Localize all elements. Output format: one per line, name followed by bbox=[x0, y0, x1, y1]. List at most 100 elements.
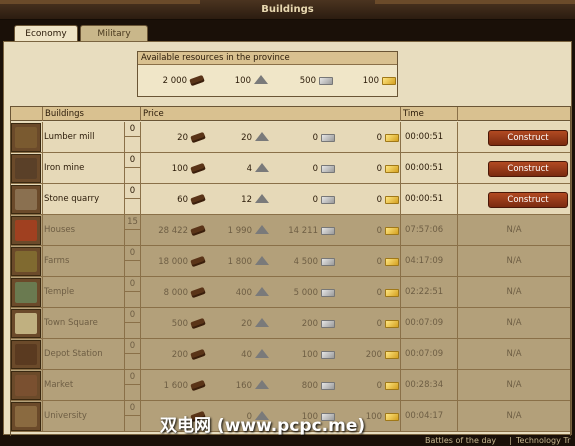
building-level: 0 bbox=[124, 277, 140, 308]
resource-wood-value: 2 000 bbox=[162, 76, 187, 86]
tab-military[interactable]: Military bbox=[80, 25, 148, 41]
building-name[interactable]: Farms bbox=[42, 246, 124, 277]
building-thumbnail[interactable] bbox=[11, 402, 41, 431]
wood-icon bbox=[190, 348, 206, 361]
table-row: Temple 0 8 000 400 5 000 0 02:22:51 N/A bbox=[11, 277, 570, 308]
building-name[interactable]: Market bbox=[42, 370, 124, 401]
wood-icon bbox=[190, 317, 206, 330]
window-titlebar: Buildings bbox=[0, 0, 575, 20]
table-row: Market 0 1 600 160 800 0 00:28:34 N/A bbox=[11, 370, 570, 401]
footer-separator: | bbox=[509, 436, 512, 445]
building-image-icon bbox=[15, 220, 37, 241]
price-gold: 0 bbox=[339, 162, 399, 176]
not-available-label: N/A bbox=[506, 256, 522, 266]
build-action: N/A bbox=[457, 277, 570, 308]
building-thumbnail[interactable] bbox=[11, 247, 41, 276]
building-level: 0 bbox=[124, 246, 140, 277]
price-stone: 20 bbox=[209, 317, 269, 331]
building-price: 200 40 100 200 bbox=[140, 339, 400, 370]
building-thumbnail[interactable] bbox=[11, 185, 41, 214]
price-stone: 1 800 bbox=[209, 255, 269, 269]
price-wood-value: 18 000 bbox=[158, 257, 188, 267]
building-level-value: 0 bbox=[125, 308, 140, 323]
building-level-value: 0 bbox=[125, 277, 140, 292]
building-thumbnail[interactable] bbox=[11, 154, 41, 183]
build-time: 00:28:34 bbox=[400, 370, 457, 401]
price-stone-value: 20 bbox=[241, 319, 252, 329]
building-price: 20 20 0 0 bbox=[140, 122, 400, 153]
building-level: 0 bbox=[124, 184, 140, 215]
building-image-icon bbox=[15, 344, 37, 365]
iron-icon bbox=[321, 381, 335, 390]
gold-icon bbox=[385, 319, 399, 328]
price-iron: 4 500 bbox=[273, 255, 335, 269]
price-iron: 14 211 bbox=[273, 224, 335, 238]
building-name[interactable]: University bbox=[42, 401, 124, 432]
build-action: Construct bbox=[457, 122, 570, 153]
construct-button[interactable]: Construct bbox=[488, 161, 568, 177]
table-row: Houses 15 28 422 1 990 14 211 0 07:57:06 N/A bbox=[11, 215, 570, 246]
stone-icon bbox=[255, 194, 269, 203]
price-stone-value: 12 bbox=[241, 195, 252, 205]
price-wood-value: 28 422 bbox=[158, 226, 188, 236]
build-action: N/A bbox=[457, 339, 570, 370]
building-name[interactable]: Depot Station bbox=[42, 339, 124, 370]
price-iron-value: 200 bbox=[301, 319, 318, 329]
not-available-label: N/A bbox=[506, 318, 522, 328]
building-image-icon bbox=[15, 189, 37, 210]
price-iron: 5 000 bbox=[273, 286, 335, 300]
building-thumbnail[interactable] bbox=[11, 371, 41, 400]
price-stone: 1 990 bbox=[209, 224, 269, 238]
watermark: 双电网 (www.pcpc.me) bbox=[160, 416, 366, 436]
building-level: 0 bbox=[124, 401, 140, 432]
price-stone-value: 4 bbox=[246, 164, 252, 174]
price-wood-value: 1 600 bbox=[163, 381, 188, 391]
header-thumb bbox=[11, 107, 42, 121]
tab-economy[interactable]: Economy bbox=[14, 25, 78, 41]
not-available-label: N/A bbox=[506, 349, 522, 359]
gold-icon bbox=[385, 257, 399, 266]
building-name[interactable]: Iron mine bbox=[42, 153, 124, 184]
iron-icon bbox=[321, 350, 335, 359]
technology-tree-link[interactable]: Technology Tr bbox=[516, 436, 570, 446]
build-action: Construct bbox=[457, 184, 570, 215]
building-level-value: 0 bbox=[125, 184, 140, 199]
not-available-label: N/A bbox=[506, 411, 522, 421]
resource-stone-value: 100 bbox=[234, 76, 251, 86]
price-wood-value: 500 bbox=[171, 319, 188, 329]
price-stone-value: 40 bbox=[241, 350, 252, 360]
building-thumbnail[interactable] bbox=[11, 309, 41, 338]
gold-icon bbox=[385, 133, 399, 142]
price-wood: 8 000 bbox=[143, 286, 206, 300]
stone-icon bbox=[255, 287, 269, 296]
building-level: 0 bbox=[124, 370, 140, 401]
building-thumbnail[interactable] bbox=[11, 123, 41, 152]
building-thumbnail[interactable] bbox=[11, 278, 41, 307]
iron-icon bbox=[321, 133, 335, 142]
price-gold: 200 bbox=[339, 348, 399, 362]
building-name[interactable]: Town Square bbox=[42, 308, 124, 339]
iron-icon bbox=[321, 257, 335, 266]
building-name[interactable]: Temple bbox=[42, 277, 124, 308]
table-row: Depot Station 0 200 40 100 200 00:07:09 N/A bbox=[11, 339, 570, 370]
header-buildings: Buildings bbox=[42, 107, 140, 121]
construct-button[interactable]: Construct bbox=[488, 192, 568, 208]
building-thumbnail[interactable] bbox=[11, 216, 41, 245]
price-iron-value: 0 bbox=[312, 164, 318, 174]
building-name[interactable]: Houses bbox=[42, 215, 124, 246]
price-gold-value: 0 bbox=[376, 133, 382, 143]
build-action: N/A bbox=[457, 246, 570, 277]
battles-of-the-day-link[interactable]: Battles of the day bbox=[425, 436, 496, 446]
price-stone-value: 20 bbox=[241, 133, 252, 143]
iron-icon bbox=[321, 319, 335, 328]
iron-icon bbox=[321, 226, 335, 235]
resource-stone: 100 bbox=[208, 74, 268, 88]
construct-button[interactable]: Construct bbox=[488, 130, 568, 146]
build-action: N/A bbox=[457, 370, 570, 401]
build-time: 04:17:09 bbox=[400, 246, 457, 277]
building-name[interactable]: Lumber mill bbox=[42, 122, 124, 153]
building-name[interactable]: Stone quarry bbox=[42, 184, 124, 215]
price-gold-value: 0 bbox=[376, 195, 382, 205]
building-thumbnail[interactable] bbox=[11, 340, 41, 369]
province-resources-title: Available resources in the province bbox=[138, 52, 397, 65]
